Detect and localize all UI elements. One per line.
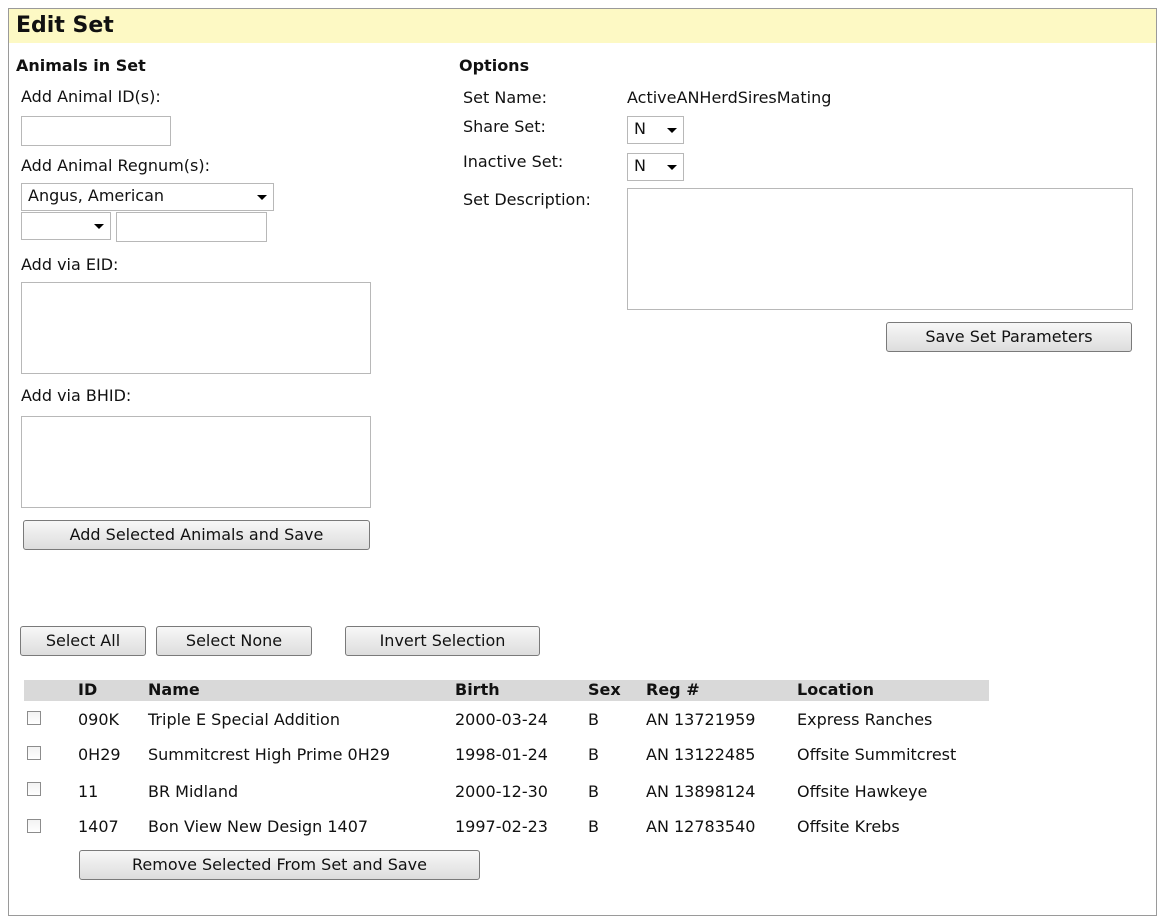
inactive-set-select[interactable]: N <box>627 153 684 181</box>
animal-id-input[interactable] <box>21 116 171 146</box>
chevron-down-icon <box>667 165 677 170</box>
row-id: 1407 <box>78 817 119 836</box>
row-name: Summitcrest High Prime 0H29 <box>148 745 391 764</box>
share-set-select[interactable]: N <box>627 116 684 144</box>
column-header-name: Name <box>148 680 200 699</box>
column-header-reg: Reg # <box>646 680 700 699</box>
set-name-label: Set Name: <box>463 88 547 107</box>
set-description-label: Set Description: <box>463 190 591 209</box>
row-birth: 1998-01-24 <box>455 745 548 764</box>
eid-textarea[interactable] <box>21 282 371 374</box>
add-via-eid-label: Add via EID: <box>21 255 119 274</box>
row-id: 11 <box>78 782 99 801</box>
regnum-input[interactable] <box>116 212 267 242</box>
set-name-value: ActiveANHerdSiresMating <box>627 88 832 107</box>
row-sex: B <box>588 782 599 801</box>
breed-select[interactable]: Angus, American <box>21 183 274 211</box>
options-heading: Options <box>459 56 530 75</box>
row-reg: AN 13898124 <box>646 782 756 801</box>
chevron-down-icon <box>667 128 677 133</box>
row-name: Triple E Special Addition <box>148 710 340 729</box>
chevron-down-icon <box>94 224 104 229</box>
set-description-textarea[interactable] <box>627 188 1133 310</box>
breed-select-value: Angus, American <box>28 186 165 205</box>
row-sex: B <box>588 745 599 764</box>
select-none-button[interactable]: Select None <box>156 626 312 656</box>
row-birth: 1997-02-23 <box>455 817 548 836</box>
title-bar <box>9 9 1156 43</box>
share-set-label: Share Set: <box>463 117 546 136</box>
column-header-birth: Birth <box>455 680 500 699</box>
row-checkbox[interactable] <box>27 782 41 796</box>
add-selected-animals-button[interactable]: Add Selected Animals and Save <box>23 520 370 550</box>
row-birth: 2000-03-24 <box>455 710 548 729</box>
row-id: 0H29 <box>78 745 121 764</box>
add-animal-id-label: Add Animal ID(s): <box>21 87 161 106</box>
regnum-prefix-select[interactable] <box>21 212 111 240</box>
row-location: Offsite Hawkeye <box>797 782 928 801</box>
row-id: 090K <box>78 710 120 729</box>
row-sex: B <box>588 710 599 729</box>
row-location: Offsite Krebs <box>797 817 900 836</box>
add-via-bhid-label: Add via BHID: <box>21 386 132 405</box>
row-location: Express Ranches <box>797 710 933 729</box>
column-header-sex: Sex <box>588 680 621 699</box>
save-set-parameters-button[interactable]: Save Set Parameters <box>886 322 1132 352</box>
inactive-set-value: N <box>634 156 646 175</box>
row-birth: 2000-12-30 <box>455 782 548 801</box>
column-header-location: Location <box>797 680 874 699</box>
page-title: Edit Set <box>16 13 114 38</box>
select-all-button[interactable]: Select All <box>20 626 146 656</box>
remove-selected-button[interactable]: Remove Selected From Set and Save <box>79 850 480 880</box>
share-set-value: N <box>634 119 646 138</box>
row-name: BR Midland <box>148 782 239 801</box>
row-sex: B <box>588 817 599 836</box>
row-name: Bon View New Design 1407 <box>148 817 369 836</box>
row-reg: AN 13122485 <box>646 745 756 764</box>
row-reg: AN 13721959 <box>646 710 756 729</box>
row-location: Offsite Summitcrest <box>797 745 957 764</box>
inactive-set-label: Inactive Set: <box>463 152 564 171</box>
animals-in-set-heading: Animals in Set <box>16 56 146 75</box>
bhid-textarea[interactable] <box>21 416 371 508</box>
column-header-id: ID <box>78 680 98 699</box>
row-checkbox[interactable] <box>27 711 41 725</box>
row-checkbox[interactable] <box>27 819 41 833</box>
invert-selection-button[interactable]: Invert Selection <box>345 626 540 656</box>
chevron-down-icon <box>257 195 267 200</box>
row-reg: AN 12783540 <box>646 817 756 836</box>
row-checkbox[interactable] <box>27 746 41 760</box>
add-animal-regnum-label: Add Animal Regnum(s): <box>21 156 210 175</box>
